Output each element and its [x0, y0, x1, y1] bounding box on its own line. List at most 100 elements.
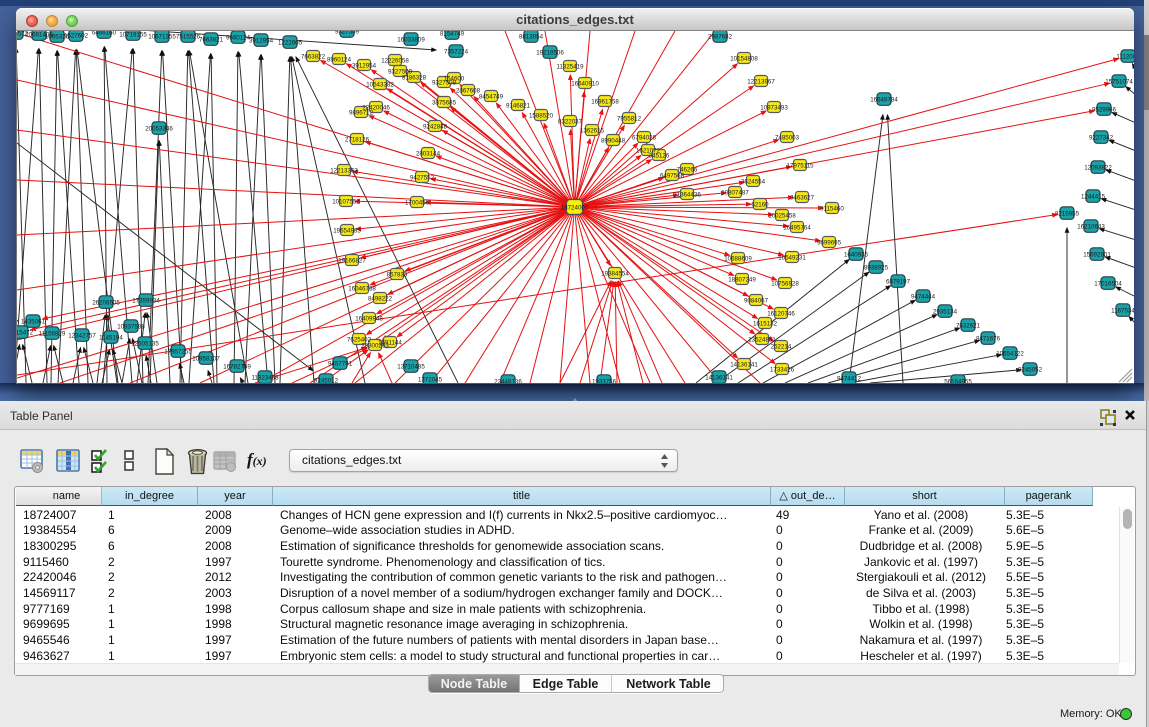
svg-text:19166827: 19166827: [338, 257, 366, 264]
svg-text:10937588: 10937588: [117, 323, 145, 330]
svg-text:18724007: 18724007: [561, 204, 589, 211]
svg-text:62160: 62160: [751, 201, 769, 208]
svg-text:7485003: 7485003: [775, 134, 800, 141]
svg-text:9146821: 9146821: [506, 102, 531, 109]
svg-text:7632621: 7632621: [956, 322, 981, 329]
svg-text:11156829: 11156829: [39, 330, 66, 337]
svg-text:9457791: 9457791: [328, 360, 353, 367]
svg-text:16409948: 16409948: [355, 315, 383, 322]
svg-text:18807249: 18807249: [728, 276, 756, 283]
svg-text:8960124: 8960124: [327, 56, 352, 63]
svg-text:12213967: 12213967: [747, 78, 775, 85]
svg-text:154600: 154600: [444, 75, 465, 82]
svg-text:1145194: 1145194: [99, 334, 123, 341]
svg-text:746266: 746266: [677, 166, 698, 173]
svg-text:9427552: 9427552: [410, 174, 435, 181]
svg-text:10719155: 10719155: [119, 31, 147, 38]
svg-text:19218506: 19218506: [536, 49, 564, 56]
svg-text:9699695: 9699695: [817, 239, 842, 246]
svg-text:16120746: 16120746: [767, 310, 795, 317]
svg-text:9242848: 9242848: [423, 123, 448, 130]
svg-text:9245012: 9245012: [314, 377, 339, 383]
svg-text:9084067: 9084067: [744, 297, 769, 304]
svg-text:16782759: 16782759: [223, 363, 251, 370]
svg-text:8813054: 8813054: [519, 33, 544, 40]
svg-text:10654122: 10654122: [996, 350, 1024, 357]
svg-text:2803144: 2803144: [416, 150, 441, 157]
svg-text:1112064: 1112064: [1116, 53, 1134, 60]
svg-text:9529966: 9529966: [1092, 106, 1117, 113]
svg-text:16033809: 16033809: [397, 36, 425, 43]
svg-text:8990448: 8990448: [601, 137, 626, 144]
svg-text:8186328: 8186328: [402, 74, 427, 81]
svg-text:6466160: 6466160: [92, 31, 117, 36]
svg-text:12213363: 12213363: [330, 167, 358, 174]
svg-text:8498222: 8498222: [368, 295, 393, 302]
svg-text:2867608: 2867608: [456, 87, 481, 94]
svg-text:8215955: 8215955: [1055, 210, 1080, 217]
svg-text:12505135: 12505135: [131, 340, 159, 347]
svg-text:9227342: 9227342: [1089, 134, 1114, 141]
svg-text:17957255: 17957255: [164, 348, 192, 355]
svg-text:1167534: 1167534: [1111, 307, 1134, 314]
svg-text:12093822: 12093822: [1084, 164, 1112, 171]
svg-text:7663821: 7663821: [199, 36, 224, 43]
svg-text:17975115: 17975115: [786, 162, 814, 169]
svg-text:11323468: 11323468: [251, 374, 279, 381]
svg-text:8471676: 8471676: [976, 335, 1001, 342]
svg-text:11325419: 11325419: [556, 63, 584, 70]
svg-text:25300203: 25300203: [361, 342, 389, 349]
svg-text:16961758: 16961758: [591, 98, 619, 105]
svg-text:1362615: 1362615: [580, 127, 605, 134]
svg-text:8454749: 8454749: [479, 93, 504, 100]
svg-text:12342757: 12342757: [68, 332, 96, 339]
svg-text:2718126: 2718126: [345, 136, 370, 143]
svg-text:10958107: 10958107: [192, 355, 220, 362]
svg-text:1372045: 1372045: [418, 376, 443, 383]
svg-text:1435061: 1435061: [21, 318, 46, 325]
svg-text:16549231: 16549231: [778, 254, 806, 261]
svg-text:10973493: 10973493: [760, 104, 788, 111]
svg-text:9474444: 9474444: [911, 293, 936, 300]
svg-text:1615132: 1615132: [753, 320, 778, 327]
svg-text:9327509: 9327509: [335, 31, 360, 35]
svg-text:10107552: 10107552: [332, 198, 360, 205]
svg-text:1588520: 1588520: [529, 112, 554, 119]
svg-text:16495764: 16495764: [783, 224, 811, 231]
svg-text:3875685: 3875685: [432, 99, 457, 106]
svg-text:10543382: 10543382: [366, 81, 394, 88]
svg-text:1244415: 1244415: [1081, 193, 1106, 200]
svg-text:345126: 345126: [649, 152, 670, 159]
svg-text:2935134: 2935134: [933, 308, 958, 315]
svg-text:15692901: 15692901: [1083, 251, 1111, 258]
svg-text:16046738: 16046738: [348, 285, 376, 292]
svg-text:13710485: 13710485: [397, 363, 425, 370]
svg-text:16640910: 16640910: [571, 80, 599, 87]
svg-text:7955812: 7955812: [617, 115, 642, 122]
svg-text:9463627: 9463627: [790, 194, 815, 201]
svg-text:3912954: 3912954: [249, 37, 274, 44]
svg-text:22448136: 22448136: [494, 378, 522, 383]
svg-text:2987682: 2987682: [708, 33, 733, 40]
svg-text:1222605: 1222605: [278, 39, 303, 46]
svg-text:10807487: 10807487: [721, 189, 749, 196]
svg-text:1640935: 1640935: [844, 251, 869, 258]
svg-text:26206505: 26206505: [92, 299, 120, 306]
svg-text:10671355: 10671355: [148, 33, 176, 40]
svg-text:9245052: 9245052: [1018, 366, 1043, 373]
svg-text:10154808: 10154808: [730, 55, 758, 62]
svg-text:17359934: 17359934: [132, 297, 160, 304]
svg-text:12226058: 12226058: [381, 57, 409, 64]
svg-text:252214: 252214: [771, 343, 792, 350]
svg-text:8938925: 8938925: [864, 264, 889, 271]
svg-text:19654983: 19654983: [333, 227, 361, 234]
svg-text:9660124: 9660124: [226, 34, 251, 41]
svg-text:3624554: 3624554: [741, 178, 766, 185]
svg-text:19384554: 19384554: [601, 270, 629, 277]
svg-text:16648784: 16648784: [870, 96, 898, 103]
svg-text:56164955: 56164955: [944, 378, 972, 383]
svg-text:17016504: 17016504: [1094, 280, 1122, 287]
svg-text:8154749: 8154749: [440, 31, 465, 37]
svg-text:1733426: 1733426: [770, 366, 795, 373]
svg-text:22420046: 22420046: [362, 104, 390, 111]
